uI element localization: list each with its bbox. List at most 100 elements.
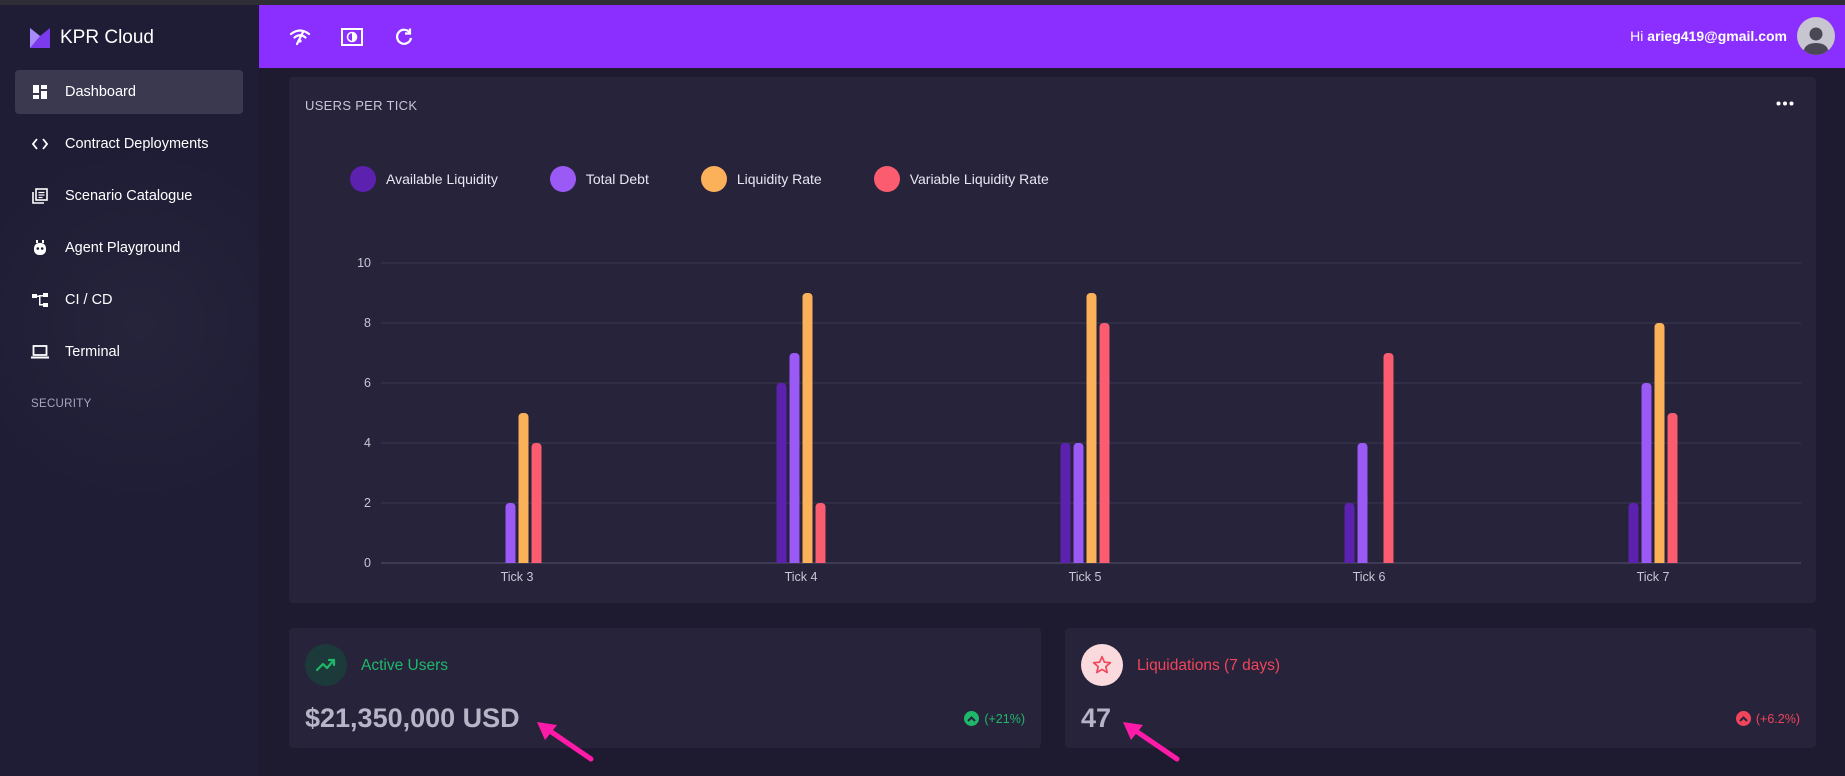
bar-base xyxy=(1383,559,1394,563)
sidebar-item-contract-deployments[interactable]: Contract Deployments xyxy=(15,122,243,166)
x-tick-label: Tick 4 xyxy=(785,570,818,584)
sidebar-item-label: CI / CD xyxy=(65,292,113,308)
y-tick-label: 2 xyxy=(364,496,371,510)
library-icon xyxy=(31,187,49,205)
stat-label: Liquidations (7 days) xyxy=(1137,657,1281,674)
robot-icon xyxy=(31,239,49,257)
account-tree-icon xyxy=(31,291,49,309)
bar-base xyxy=(1344,559,1355,563)
bar-base xyxy=(815,559,826,563)
bar xyxy=(776,383,787,563)
bar xyxy=(1073,443,1084,563)
bar xyxy=(1667,413,1678,563)
refresh-icon[interactable] xyxy=(393,26,415,48)
star-icon xyxy=(1092,655,1112,674)
stat-change-text: (+21%) xyxy=(984,711,1025,726)
bar xyxy=(1060,443,1071,563)
stat-value: $21,350,000 USD xyxy=(305,703,520,733)
brand-logo-icon xyxy=(28,26,52,50)
stat-icon-wrapper xyxy=(305,644,347,686)
y-tick-label: 6 xyxy=(364,376,371,390)
sidebar-section-security: SECURITY xyxy=(31,398,92,410)
sidebar-item-label: Contract Deployments xyxy=(65,136,209,152)
x-tick-label: Tick 7 xyxy=(1637,570,1670,584)
sidebar-item-label: Dashboard xyxy=(65,84,136,100)
stat-icon-wrapper xyxy=(1081,644,1123,686)
bar-base xyxy=(1654,559,1665,563)
wifi-icon[interactable] xyxy=(289,26,311,48)
bar xyxy=(1654,323,1665,563)
top-bar: Hi arieg419@gmail.com xyxy=(259,5,1845,68)
bar-base xyxy=(776,559,787,563)
user-email: arieg419@gmail.com xyxy=(1647,28,1787,44)
y-tick-label: 10 xyxy=(357,256,371,270)
bar xyxy=(531,443,542,563)
y-tick-label: 0 xyxy=(364,556,371,570)
bar xyxy=(802,293,813,563)
x-tick-label: Tick 6 xyxy=(1353,570,1386,584)
trending-up-icon xyxy=(316,658,336,672)
bar-chart: 0 2 4 6 8 10 Tick 3 Tick 4 Tick 5 Tick 6 Tick 7 xyxy=(357,256,1801,584)
brand[interactable]: KPR Cloud xyxy=(28,26,154,50)
user-greeting: Hi arieg419@gmail.com xyxy=(1630,28,1787,44)
bar xyxy=(789,353,800,563)
sidebar-item-ci-cd[interactable]: CI / CD xyxy=(15,278,243,322)
bar xyxy=(1099,323,1110,563)
bar xyxy=(1344,503,1355,563)
bar-base xyxy=(531,559,542,563)
chevron-up-icon xyxy=(1735,711,1751,726)
bar-base xyxy=(1641,559,1652,563)
y-tick-label: 4 xyxy=(364,436,371,450)
bar-base xyxy=(789,559,800,563)
dashboard-icon xyxy=(31,83,49,101)
bar xyxy=(1357,443,1368,563)
stat-change: (+6.2%) xyxy=(1735,711,1800,726)
bar-base xyxy=(1073,559,1084,563)
laptop-icon xyxy=(31,343,49,361)
sidebar-item-label: Agent Playground xyxy=(65,240,181,256)
user-area: Hi arieg419@gmail.com xyxy=(1630,17,1835,55)
sidebar-item-terminal[interactable]: Terminal xyxy=(15,330,243,374)
bar xyxy=(1086,293,1097,563)
bar-base xyxy=(518,559,529,563)
x-tick-label: Tick 3 xyxy=(501,570,534,584)
sidebar-item-label: Scenario Catalogue xyxy=(65,188,193,204)
annotation-arrow xyxy=(1123,722,1180,762)
stat-value: 47 xyxy=(1081,703,1112,733)
bar xyxy=(505,503,516,563)
brand-name: KPR Cloud xyxy=(60,27,154,48)
bar-base xyxy=(1060,559,1071,563)
chevron-up-icon xyxy=(964,711,980,726)
greeting-text: Hi xyxy=(1630,28,1644,44)
sidebar-nav: Dashboard Contract Deployments Scenario … xyxy=(15,70,243,382)
sidebar: KPR Cloud Dashboard Contract Deployments… xyxy=(0,5,259,776)
stat-change: (+21%) xyxy=(964,711,1025,726)
bar xyxy=(1628,503,1639,563)
bar-base xyxy=(1099,559,1110,563)
stat-card-active-users: Active Users $21,350,000 USD (+21%) xyxy=(289,628,1041,748)
sidebar-item-agent-playground[interactable]: Agent Playground xyxy=(15,226,243,270)
bar xyxy=(1383,353,1394,563)
avatar[interactable] xyxy=(1797,17,1835,55)
bar xyxy=(815,503,826,563)
bar-base xyxy=(505,559,516,563)
bar-base xyxy=(1357,559,1368,563)
sidebar-item-label: Terminal xyxy=(65,344,120,360)
bar-base xyxy=(1086,559,1097,563)
y-tick-label: 8 xyxy=(364,316,371,330)
stat-label: Active Users xyxy=(361,657,448,674)
bar-base xyxy=(1667,559,1678,563)
person-icon xyxy=(1803,27,1829,55)
sidebar-item-scenario-catalogue[interactable]: Scenario Catalogue xyxy=(15,174,243,218)
bar xyxy=(518,413,529,563)
sidebar-item-dashboard[interactable]: Dashboard xyxy=(15,70,243,114)
contrast-icon[interactable] xyxy=(341,26,363,48)
chart-card: USERS PER TICK Available Liquidity Total… xyxy=(289,77,1816,603)
annotation-arrow xyxy=(537,722,594,762)
bar-base xyxy=(1628,559,1639,563)
bar xyxy=(1641,383,1652,563)
code-icon xyxy=(31,135,49,153)
stat-change-text: (+6.2%) xyxy=(1755,711,1800,726)
bar-base xyxy=(802,559,813,563)
x-tick-label: Tick 5 xyxy=(1069,570,1102,584)
